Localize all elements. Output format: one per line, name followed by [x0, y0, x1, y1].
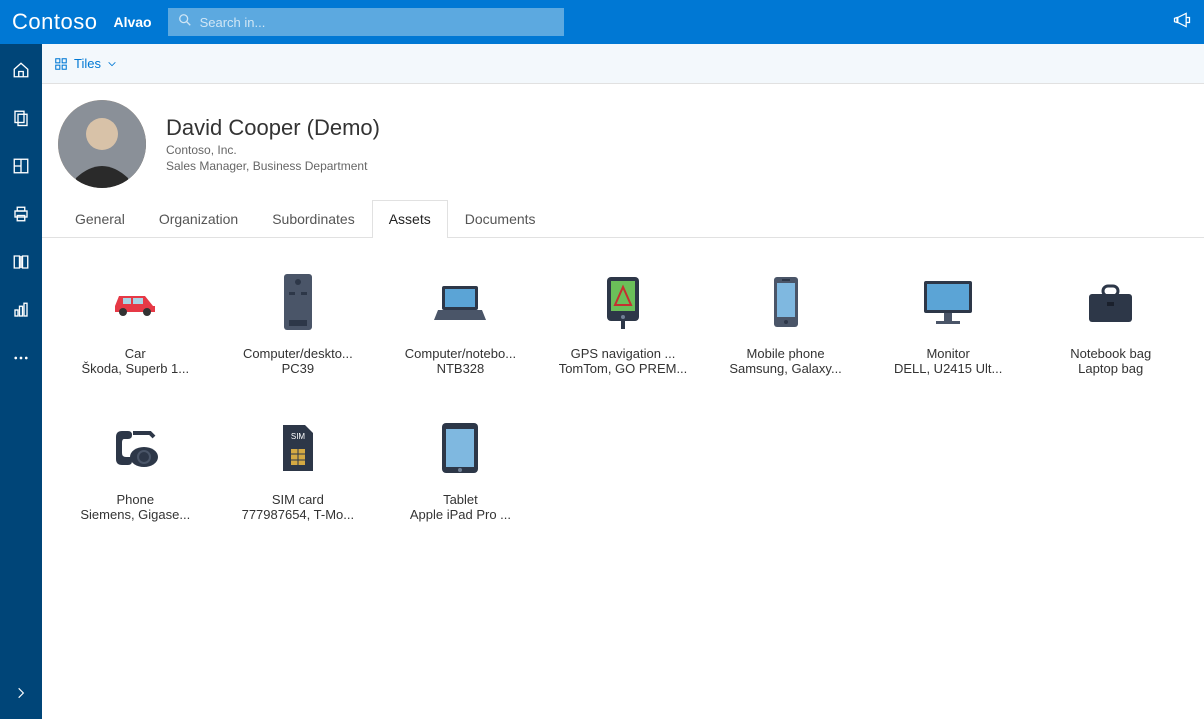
sidebar-more[interactable] [0, 344, 42, 372]
desktop-icon [225, 262, 372, 342]
search-input[interactable] [200, 15, 554, 30]
asset-title: Tablet [387, 492, 534, 507]
car-icon [62, 262, 209, 342]
asset-subtitle: TomTom, GO PREM... [550, 361, 697, 376]
asset-title: Monitor [875, 346, 1022, 361]
search-box[interactable] [168, 8, 564, 36]
chevron-down-icon [107, 59, 117, 69]
gps-icon [550, 262, 697, 342]
asset-title: Computer/notebo... [387, 346, 534, 361]
profile-header: David Cooper (Demo) Contoso, Inc. Sales … [42, 84, 1204, 200]
asset-tile-bag[interactable]: Notebook bag Laptop bag [1033, 258, 1188, 380]
asset-tile-gps[interactable]: GPS navigation ... TomTom, GO PREM... [546, 258, 701, 380]
tab-subordinates[interactable]: Subordinates [255, 200, 372, 237]
profile-role: Sales Manager, Business Department [166, 159, 380, 173]
topbar: Contoso Alvao [0, 0, 1204, 44]
asset-tile-monitor[interactable]: Monitor DELL, U2415 Ult... [871, 258, 1026, 380]
asset-title: Computer/deskto... [225, 346, 372, 361]
brand-label: Contoso [12, 9, 97, 35]
asset-subtitle: PC39 [225, 361, 372, 376]
asset-tile-desktop[interactable]: Computer/deskto... PC39 [221, 258, 376, 380]
megaphone-icon[interactable] [1172, 10, 1192, 35]
asset-title: SIM card [225, 492, 372, 507]
search-icon [178, 13, 192, 32]
tiles-view-button[interactable]: Tiles [54, 56, 117, 71]
asset-tile-tablet[interactable]: Tablet Apple iPad Pro ... [383, 404, 538, 526]
mobile-icon [712, 262, 859, 342]
asset-subtitle: Siemens, Gigase... [62, 507, 209, 522]
toolbar: Tiles [42, 44, 1204, 84]
asset-tile-car[interactable]: Car Škoda, Superb 1... [58, 258, 213, 380]
sidebar-reports[interactable] [0, 296, 42, 324]
asset-tile-sim[interactable]: SIM SIM card 777987654, T-Mo... [221, 404, 376, 526]
asset-subtitle: DELL, U2415 Ult... [875, 361, 1022, 376]
laptop-icon [387, 262, 534, 342]
sidebar [0, 44, 42, 719]
asset-title: Notebook bag [1037, 346, 1184, 361]
profile-name: David Cooper (Demo) [166, 115, 380, 141]
sidebar-book[interactable] [0, 248, 42, 276]
asset-subtitle: NTB328 [387, 361, 534, 376]
asset-subtitle: Škoda, Superb 1... [62, 361, 209, 376]
tabs: GeneralOrganizationSubordinatesAssetsDoc… [42, 200, 1204, 238]
profile-company: Contoso, Inc. [166, 143, 380, 157]
tab-assets[interactable]: Assets [372, 200, 448, 238]
asset-tile-mobile[interactable]: Mobile phone Samsung, Galaxy... [708, 258, 863, 380]
sidebar-print[interactable] [0, 200, 42, 228]
sidebar-home[interactable] [0, 56, 42, 84]
asset-title: Car [62, 346, 209, 361]
app-name: Alvao [113, 14, 151, 30]
asset-tile-phone[interactable]: Phone Siemens, Gigase... [58, 404, 213, 526]
asset-tile-laptop[interactable]: Computer/notebo... NTB328 [383, 258, 538, 380]
asset-subtitle: Samsung, Galaxy... [712, 361, 859, 376]
asset-title: Phone [62, 492, 209, 507]
tab-documents[interactable]: Documents [448, 200, 553, 237]
svg-text:SIM: SIM [291, 432, 306, 441]
bag-icon [1037, 262, 1184, 342]
monitor-icon [875, 262, 1022, 342]
tab-general[interactable]: General [58, 200, 142, 237]
sidebar-expand[interactable] [0, 679, 42, 707]
asset-subtitle: Laptop bag [1037, 361, 1184, 376]
tab-organization[interactable]: Organization [142, 200, 255, 237]
tablet-icon [387, 408, 534, 488]
asset-subtitle: Apple iPad Pro ... [387, 507, 534, 522]
asset-subtitle: 777987654, T-Mo... [225, 507, 372, 522]
asset-title: GPS navigation ... [550, 346, 697, 361]
sidebar-board[interactable] [0, 152, 42, 180]
asset-title: Mobile phone [712, 346, 859, 361]
tiles-label: Tiles [74, 56, 101, 71]
asset-grid: Car Škoda, Superb 1... Computer/deskto..… [58, 258, 1188, 526]
sidebar-documents[interactable] [0, 104, 42, 132]
avatar [58, 100, 146, 188]
sim-icon: SIM [225, 408, 372, 488]
phone-icon [62, 408, 209, 488]
